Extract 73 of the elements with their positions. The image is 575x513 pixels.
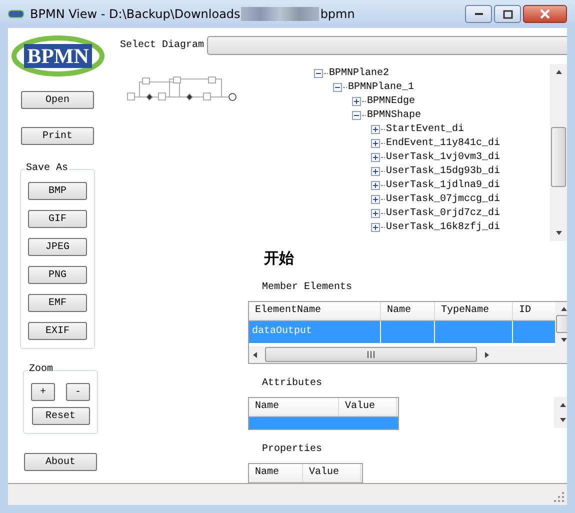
logo: BPMN <box>11 34 105 78</box>
expander-icon[interactable] <box>352 110 361 120</box>
save-format-button[interactable]: EMF <box>28 294 87 312</box>
app-icon <box>8 9 24 19</box>
open-button[interactable]: Open <box>21 91 94 109</box>
window-title: BPMN View - D:\Backup\Downloads <box>30 7 240 21</box>
tree-node[interactable]: EndEvent_11y841c_di <box>386 138 500 148</box>
tree-node[interactable]: UserTask_07jmccg_di <box>386 194 500 204</box>
expander-icon[interactable] <box>333 82 342 92</box>
section-title: Properties <box>262 444 322 455</box>
tree-node[interactable]: UserTask_1jdlna9_di <box>386 180 500 190</box>
column-header[interactable]: Value <box>339 398 397 416</box>
element-heading: 开始 <box>264 249 294 268</box>
save-format-button[interactable]: BMP <box>28 182 87 200</box>
tree-node[interactable]: BPMNPlane2 <box>329 68 390 78</box>
maximize-button[interactable] <box>494 5 521 23</box>
expander-icon[interactable] <box>352 96 361 106</box>
expander-icon[interactable] <box>371 222 380 232</box>
tree-node[interactable]: UserTask_16k8zfj_di <box>386 222 500 232</box>
zoom-in-button[interactable]: + <box>31 383 55 401</box>
column-header[interactable]: ElementName <box>249 302 381 320</box>
scroll-down-arrow-icon[interactable] <box>556 231 562 235</box>
tree-node[interactable]: BPMNPlane_1 <box>348 82 414 92</box>
column-header[interactable]: Name <box>381 302 435 320</box>
horizontal-scrollbar[interactable] <box>249 346 567 363</box>
scroll-up-arrow-icon[interactable] <box>560 402 566 407</box>
vertical-scrollbar[interactable] <box>555 302 567 346</box>
tree-node[interactable]: BPMNShape <box>367 110 422 120</box>
tree-node[interactable]: UserTask_15dg93b_di <box>386 166 500 176</box>
save-format-button[interactable]: JPEG <box>28 238 87 256</box>
reset-button[interactable]: Reset <box>32 407 90 425</box>
column-header[interactable]: Name <box>249 398 339 416</box>
scroll-right-arrow-icon[interactable] <box>485 352 489 358</box>
column-header[interactable]: TypeName <box>435 302 513 320</box>
close-button[interactable] <box>523 5 567 23</box>
scroll-down-arrow-icon[interactable] <box>560 338 566 342</box>
section-title: Member Elements <box>262 282 352 293</box>
diagram-dropdown[interactable] <box>207 36 567 55</box>
tree-node[interactable]: StartEvent_di <box>386 124 464 134</box>
zoom-out-button[interactable]: - <box>66 383 90 401</box>
expander-icon[interactable] <box>371 124 380 134</box>
resize-grip-icon <box>554 492 564 502</box>
about-button[interactable]: About <box>24 453 97 471</box>
print-button[interactable]: Print <box>21 127 94 145</box>
scroll-up-arrow-icon[interactable] <box>560 306 566 310</box>
save-format-button[interactable]: GIF <box>28 210 87 228</box>
column-header[interactable]: Name <box>249 464 303 482</box>
tree-node[interactable]: UserTask_0rjd7cz_di <box>386 208 500 218</box>
grip-icon <box>367 351 375 358</box>
expander-icon[interactable] <box>371 138 380 148</box>
tree-node[interactable]: BPMNEdge <box>367 96 416 106</box>
scroll-down-arrow-icon[interactable] <box>560 418 566 422</box>
expander-icon[interactable] <box>371 208 380 218</box>
expander-icon[interactable] <box>371 152 380 162</box>
select-diagram-label: Select Diagram <box>120 40 204 51</box>
column-header[interactable]: Value <box>303 464 361 482</box>
maximize-icon <box>502 10 512 18</box>
expander-icon[interactable] <box>314 68 323 78</box>
expander-icon[interactable] <box>371 194 380 204</box>
save-format-button[interactable]: EXIF <box>28 322 87 340</box>
scroll-up-arrow-icon[interactable] <box>556 70 562 74</box>
expander-icon[interactable] <box>371 166 380 176</box>
window-title-suffix: bpmn <box>320 7 355 21</box>
vertical-scrollbar[interactable] <box>550 64 567 241</box>
minimize-icon <box>474 12 484 16</box>
expander-icon[interactable] <box>371 180 380 190</box>
close-icon <box>539 9 551 19</box>
vertical-scrollbar[interactable] <box>554 397 567 428</box>
save-format-button[interactable]: PNG <box>28 266 87 284</box>
tree-node[interactable]: UserTask_1vj0vm3_di <box>386 152 500 162</box>
scroll-left-arrow-icon[interactable] <box>253 352 257 358</box>
minimize-button[interactable] <box>465 5 492 23</box>
section-title: Attributes <box>262 378 322 389</box>
